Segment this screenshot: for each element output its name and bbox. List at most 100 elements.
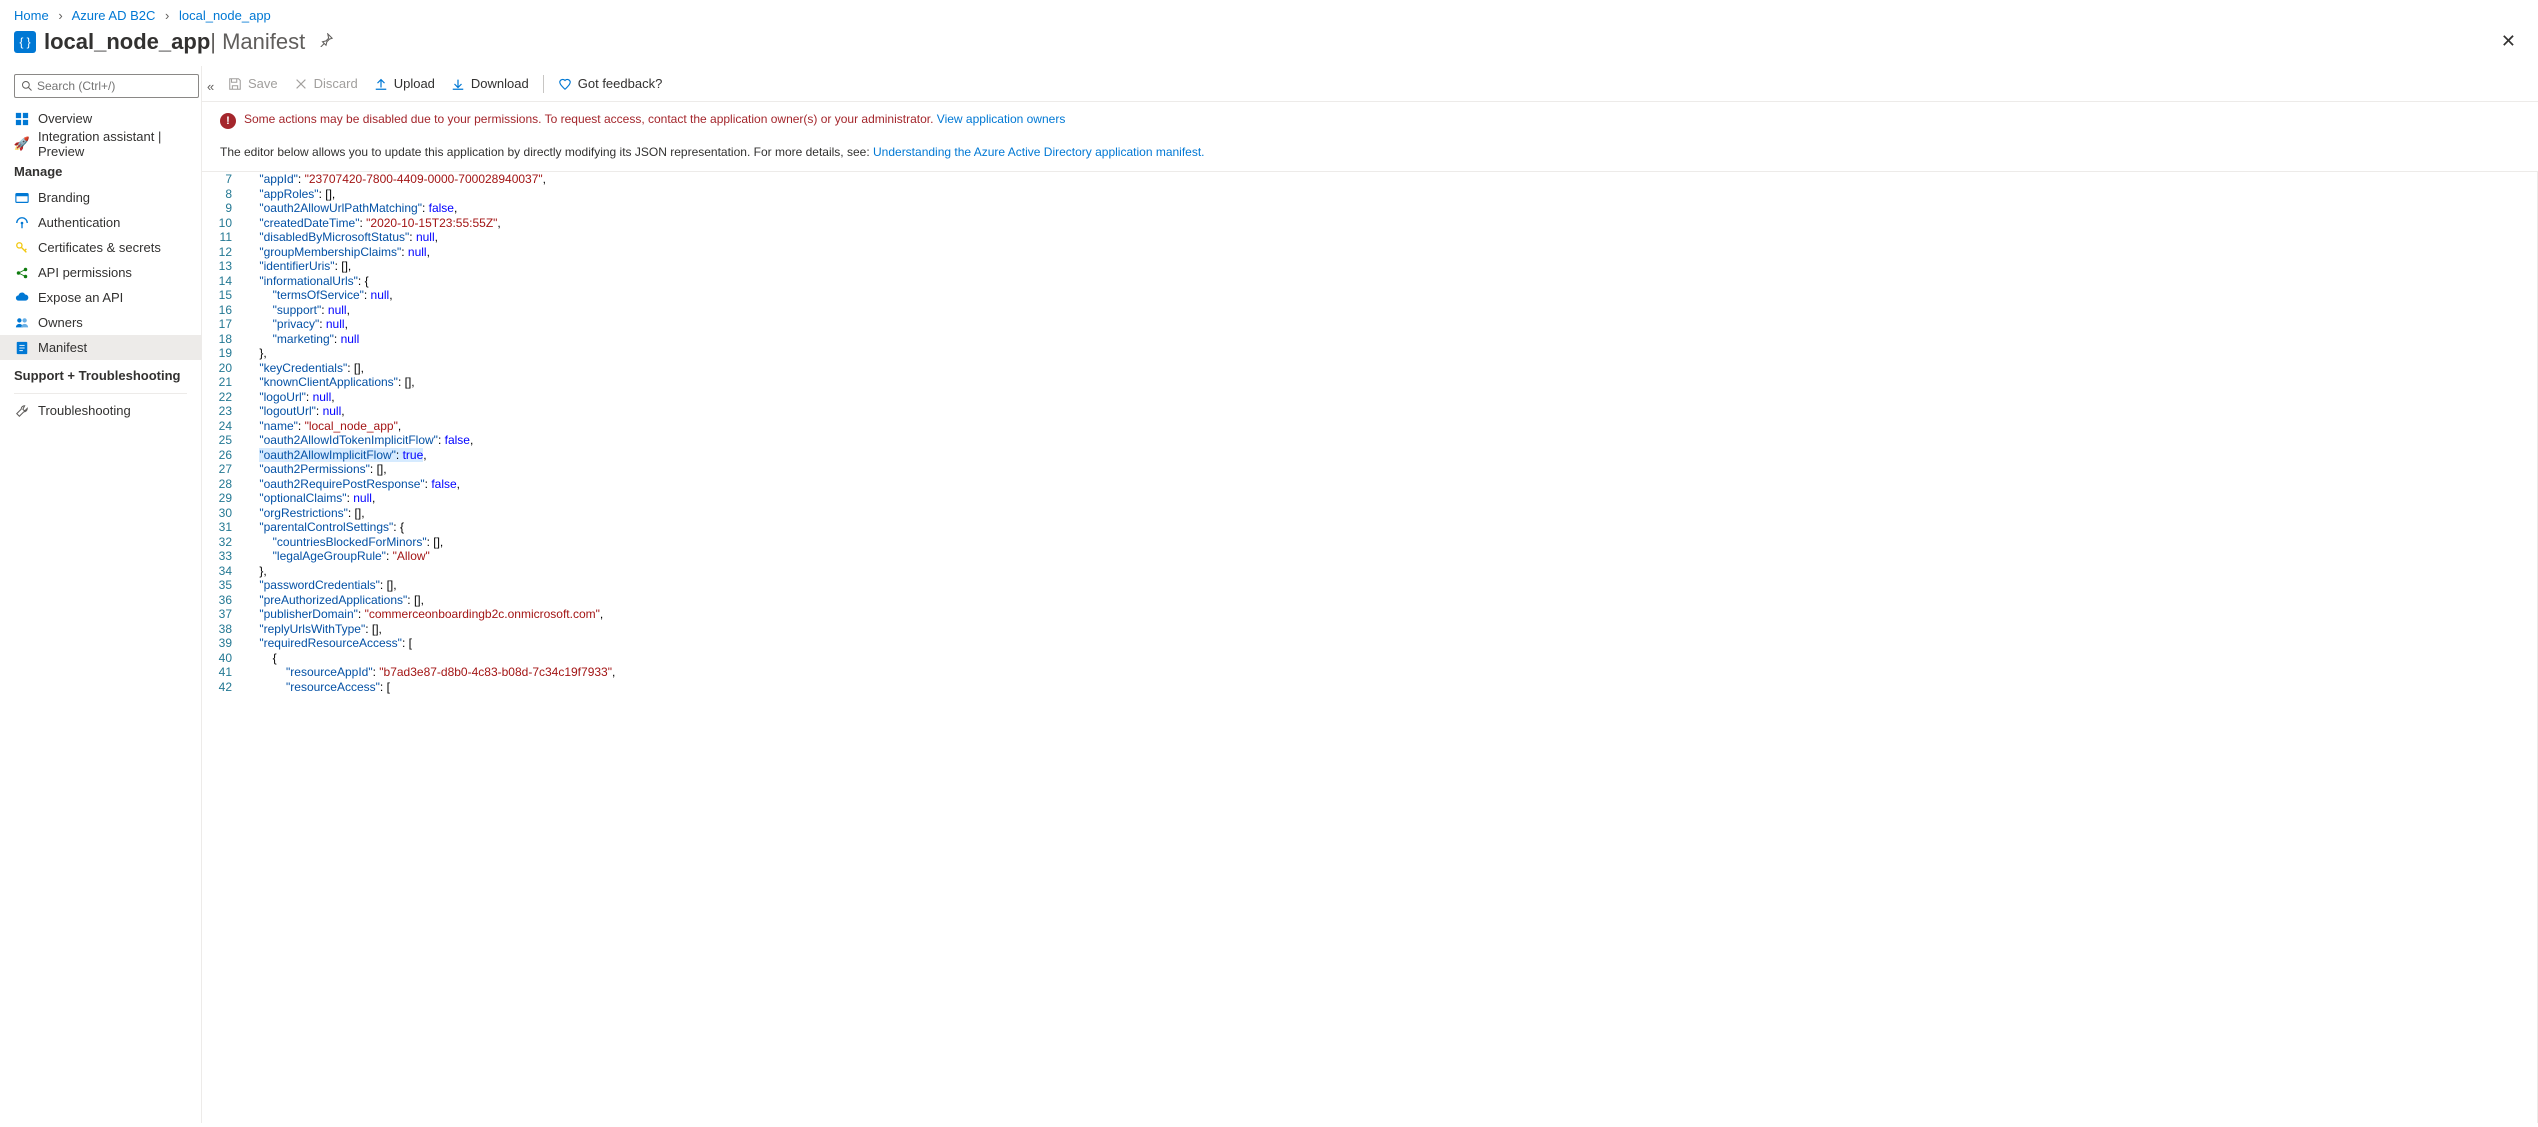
code-content[interactable]: "appRoles": [], xyxy=(246,187,2537,202)
sidebar-item-manifest[interactable]: Manifest xyxy=(0,335,201,360)
code-content[interactable]: "termsOfService": null, xyxy=(246,288,2537,303)
code-content[interactable]: "logoutUrl": null, xyxy=(246,404,2537,419)
code-line[interactable]: 10 "createdDateTime": "2020-10-15T23:55:… xyxy=(202,216,2537,231)
code-line[interactable]: 41 "resourceAppId": "b7ad3e87-d8b0-4c83-… xyxy=(202,665,2537,680)
code-line[interactable]: 13 "identifierUris": [], xyxy=(202,259,2537,274)
code-content[interactable]: "publisherDomain": "commerceonboardingb2… xyxy=(246,607,2537,622)
code-line[interactable]: 26 "oauth2AllowImplicitFlow": true, xyxy=(202,448,2537,463)
code-content[interactable]: "preAuthorizedApplications": [], xyxy=(246,593,2537,608)
main-content: Save Discard Upload Download Got feedbac… xyxy=(202,66,2538,1123)
code-content[interactable]: "parentalControlSettings": { xyxy=(246,520,2537,535)
code-line[interactable]: 38 "replyUrlsWithType": [], xyxy=(202,622,2537,637)
code-line[interactable]: 36 "preAuthorizedApplications": [], xyxy=(202,593,2537,608)
code-content[interactable]: "countriesBlockedForMinors": [], xyxy=(246,535,2537,550)
code-line[interactable]: 29 "optionalClaims": null, xyxy=(202,491,2537,506)
code-content[interactable]: "passwordCredentials": [], xyxy=(246,578,2537,593)
download-button[interactable]: Download xyxy=(443,68,537,100)
code-line[interactable]: 12 "groupMembershipClaims": null, xyxy=(202,245,2537,260)
code-content[interactable]: "oauth2Permissions": [], xyxy=(246,462,2537,477)
line-number: 37 xyxy=(202,607,246,622)
code-line[interactable]: 16 "support": null, xyxy=(202,303,2537,318)
close-icon[interactable]: ✕ xyxy=(2493,27,2524,56)
sidebar-item-expose-api[interactable]: Expose an API xyxy=(0,285,201,310)
code-content[interactable]: }, xyxy=(246,564,2537,579)
code-content[interactable]: "resourceAccess": [ xyxy=(246,680,2537,695)
code-content[interactable]: "oauth2AllowIdTokenImplicitFlow": false, xyxy=(246,433,2537,448)
code-line[interactable]: 21 "knownClientApplications": [], xyxy=(202,375,2537,390)
sidebar-item-certificates-secrets[interactable]: Certificates & secrets xyxy=(0,235,201,260)
discard-button[interactable]: Discard xyxy=(286,68,366,100)
code-content[interactable]: "logoUrl": null, xyxy=(246,390,2537,405)
search-field[interactable] xyxy=(37,79,192,93)
code-content[interactable]: "knownClientApplications": [], xyxy=(246,375,2537,390)
code-line[interactable]: 14 "informationalUrls": { xyxy=(202,274,2537,289)
sidebar-item-authentication[interactable]: Authentication xyxy=(0,210,201,235)
sidebar-item-branding[interactable]: Branding xyxy=(0,185,201,210)
code-content[interactable]: "oauth2AllowImplicitFlow": true, xyxy=(246,448,2537,463)
code-content[interactable]: "optionalClaims": null, xyxy=(246,491,2537,506)
breadcrumb-home[interactable]: Home xyxy=(14,8,49,23)
sidebar-item-integration-assistant[interactable]: 🚀 Integration assistant | Preview xyxy=(0,131,201,156)
code-content[interactable]: "keyCredentials": [], xyxy=(246,361,2537,376)
code-content[interactable]: "name": "local_node_app", xyxy=(246,419,2537,434)
search-input[interactable] xyxy=(14,74,199,98)
sidebar-item-overview[interactable]: Overview xyxy=(0,106,201,131)
code-content[interactable]: "legalAgeGroupRule": "Allow" xyxy=(246,549,2537,564)
breadcrumb-azure-ad-b2c[interactable]: Azure AD B2C xyxy=(72,8,156,23)
code-line[interactable]: 25 "oauth2AllowIdTokenImplicitFlow": fal… xyxy=(202,433,2537,448)
line-number: 7 xyxy=(202,172,246,187)
code-content[interactable]: "oauth2RequirePostResponse": false, xyxy=(246,477,2537,492)
code-line[interactable]: 28 "oauth2RequirePostResponse": false, xyxy=(202,477,2537,492)
code-line[interactable]: 9 "oauth2AllowUrlPathMatching": false, xyxy=(202,201,2537,216)
code-line[interactable]: 37 "publisherDomain": "commerceonboardin… xyxy=(202,607,2537,622)
sidebar-item-troubleshooting[interactable]: Troubleshooting xyxy=(0,398,201,423)
code-line[interactable]: 20 "keyCredentials": [], xyxy=(202,361,2537,376)
code-line[interactable]: 30 "orgRestrictions": [], xyxy=(202,506,2537,521)
manifest-docs-link[interactable]: Understanding the Azure Active Directory… xyxy=(873,145,1205,159)
code-line[interactable]: 42 "resourceAccess": [ xyxy=(202,680,2537,695)
code-content[interactable]: "groupMembershipClaims": null, xyxy=(246,245,2537,260)
code-content[interactable]: { xyxy=(246,651,2537,666)
code-content[interactable]: "privacy": null, xyxy=(246,317,2537,332)
code-content[interactable]: "marketing": null xyxy=(246,332,2537,347)
manifest-code-editor[interactable]: 7 "appId": "23707420-7800-4409-0000-7000… xyxy=(202,172,2538,1123)
code-content[interactable]: "informationalUrls": { xyxy=(246,274,2537,289)
feedback-button[interactable]: Got feedback? xyxy=(550,68,671,100)
sidebar-item-owners[interactable]: Owners xyxy=(0,310,201,335)
sidebar-item-api-permissions[interactable]: API permissions xyxy=(0,260,201,285)
code-line[interactable]: 23 "logoutUrl": null, xyxy=(202,404,2537,419)
code-line[interactable]: 22 "logoUrl": null, xyxy=(202,390,2537,405)
code-line[interactable]: 27 "oauth2Permissions": [], xyxy=(202,462,2537,477)
code-content[interactable]: "orgRestrictions": [], xyxy=(246,506,2537,521)
code-content[interactable]: "identifierUris": [], xyxy=(246,259,2537,274)
upload-button[interactable]: Upload xyxy=(366,68,443,100)
code-line[interactable]: 33 "legalAgeGroupRule": "Allow" xyxy=(202,549,2537,564)
code-content[interactable]: "oauth2AllowUrlPathMatching": false, xyxy=(246,201,2537,216)
view-application-owners-link[interactable]: View application owners xyxy=(937,112,1066,126)
code-content[interactable]: "replyUrlsWithType": [], xyxy=(246,622,2537,637)
code-content[interactable]: "requiredResourceAccess": [ xyxy=(246,636,2537,651)
code-line[interactable]: 7 "appId": "23707420-7800-4409-0000-7000… xyxy=(202,172,2537,187)
code-line[interactable]: 34 }, xyxy=(202,564,2537,579)
code-line[interactable]: 39 "requiredResourceAccess": [ xyxy=(202,636,2537,651)
code-line[interactable]: 17 "privacy": null, xyxy=(202,317,2537,332)
code-content[interactable]: "disabledByMicrosoftStatus": null, xyxy=(246,230,2537,245)
code-line[interactable]: 11 "disabledByMicrosoftStatus": null, xyxy=(202,230,2537,245)
code-content[interactable]: "resourceAppId": "b7ad3e87-d8b0-4c83-b08… xyxy=(246,665,2537,680)
code-line[interactable]: 18 "marketing": null xyxy=(202,332,2537,347)
code-line[interactable]: 24 "name": "local_node_app", xyxy=(202,419,2537,434)
code-content[interactable]: "support": null, xyxy=(246,303,2537,318)
code-line[interactable]: 15 "termsOfService": null, xyxy=(202,288,2537,303)
code-line[interactable]: 19 }, xyxy=(202,346,2537,361)
code-line[interactable]: 8 "appRoles": [], xyxy=(202,187,2537,202)
save-button[interactable]: Save xyxy=(220,68,286,100)
breadcrumb-app[interactable]: local_node_app xyxy=(179,8,271,23)
code-content[interactable]: "createdDateTime": "2020-10-15T23:55:55Z… xyxy=(246,216,2537,231)
code-content[interactable]: }, xyxy=(246,346,2537,361)
code-line[interactable]: 31 "parentalControlSettings": { xyxy=(202,520,2537,535)
code-line[interactable]: 35 "passwordCredentials": [], xyxy=(202,578,2537,593)
code-content[interactable]: "appId": "23707420-7800-4409-0000-700028… xyxy=(246,172,2537,187)
code-line[interactable]: 40 { xyxy=(202,651,2537,666)
code-line[interactable]: 32 "countriesBlockedForMinors": [], xyxy=(202,535,2537,550)
pin-icon[interactable] xyxy=(319,33,333,50)
